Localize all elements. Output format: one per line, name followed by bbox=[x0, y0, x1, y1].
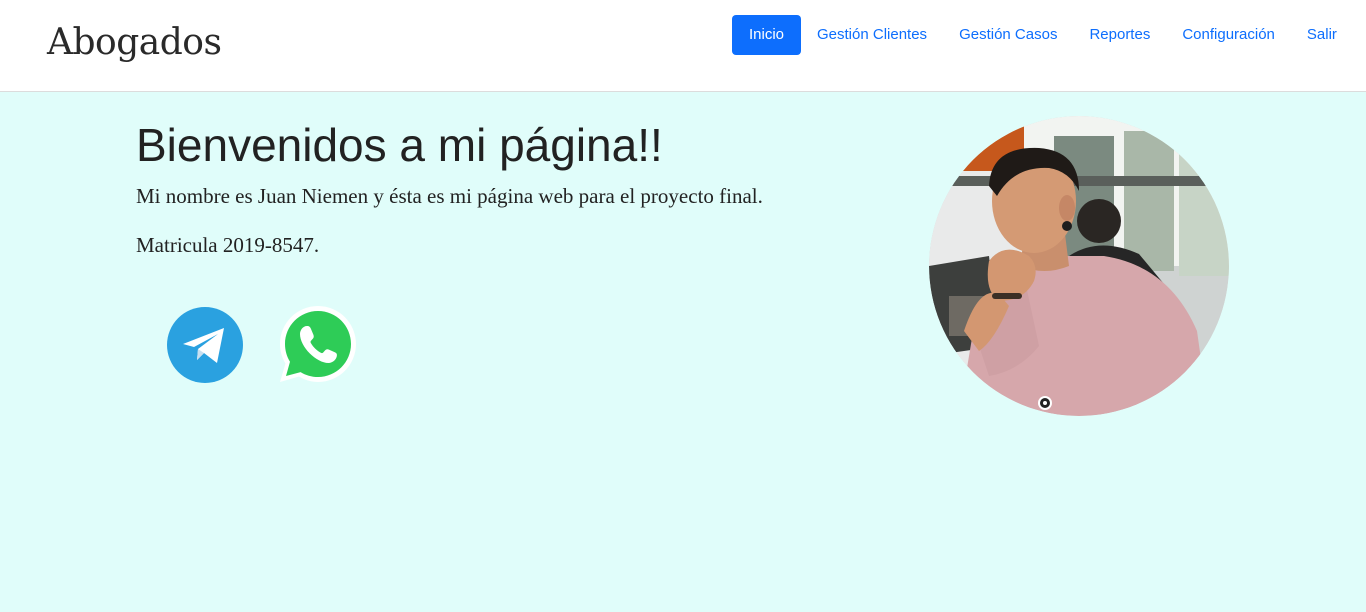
nav-link-gestion-casos[interactable]: Gestión Casos bbox=[943, 15, 1073, 55]
nav-link-configuracion[interactable]: Configuración bbox=[1166, 15, 1291, 55]
telegram-icon[interactable] bbox=[166, 306, 244, 384]
page-title: Bienvenidos a mi página!! bbox=[136, 119, 663, 171]
main-nav: Inicio Gestión Clientes Gestión Casos Re… bbox=[732, 15, 1337, 55]
nav-link-inicio[interactable]: Inicio bbox=[732, 15, 801, 55]
profile-photo bbox=[929, 116, 1229, 416]
nav-link-reportes[interactable]: Reportes bbox=[1073, 15, 1166, 55]
matricula-text: Matricula 2019-8547. bbox=[136, 233, 320, 257]
top-navbar: Abogados Inicio Gestión Clientes Gestión… bbox=[0, 0, 1366, 92]
whatsapp-icon[interactable] bbox=[276, 302, 360, 386]
brand-logo[interactable]: Abogados bbox=[47, 22, 222, 63]
nav-link-salir[interactable]: Salir bbox=[1291, 15, 1337, 55]
intro-text: Mi nombre es Juan Niemen y ésta es mi pá… bbox=[136, 184, 763, 208]
nav-link-gestion-clientes[interactable]: Gestión Clientes bbox=[801, 15, 943, 55]
